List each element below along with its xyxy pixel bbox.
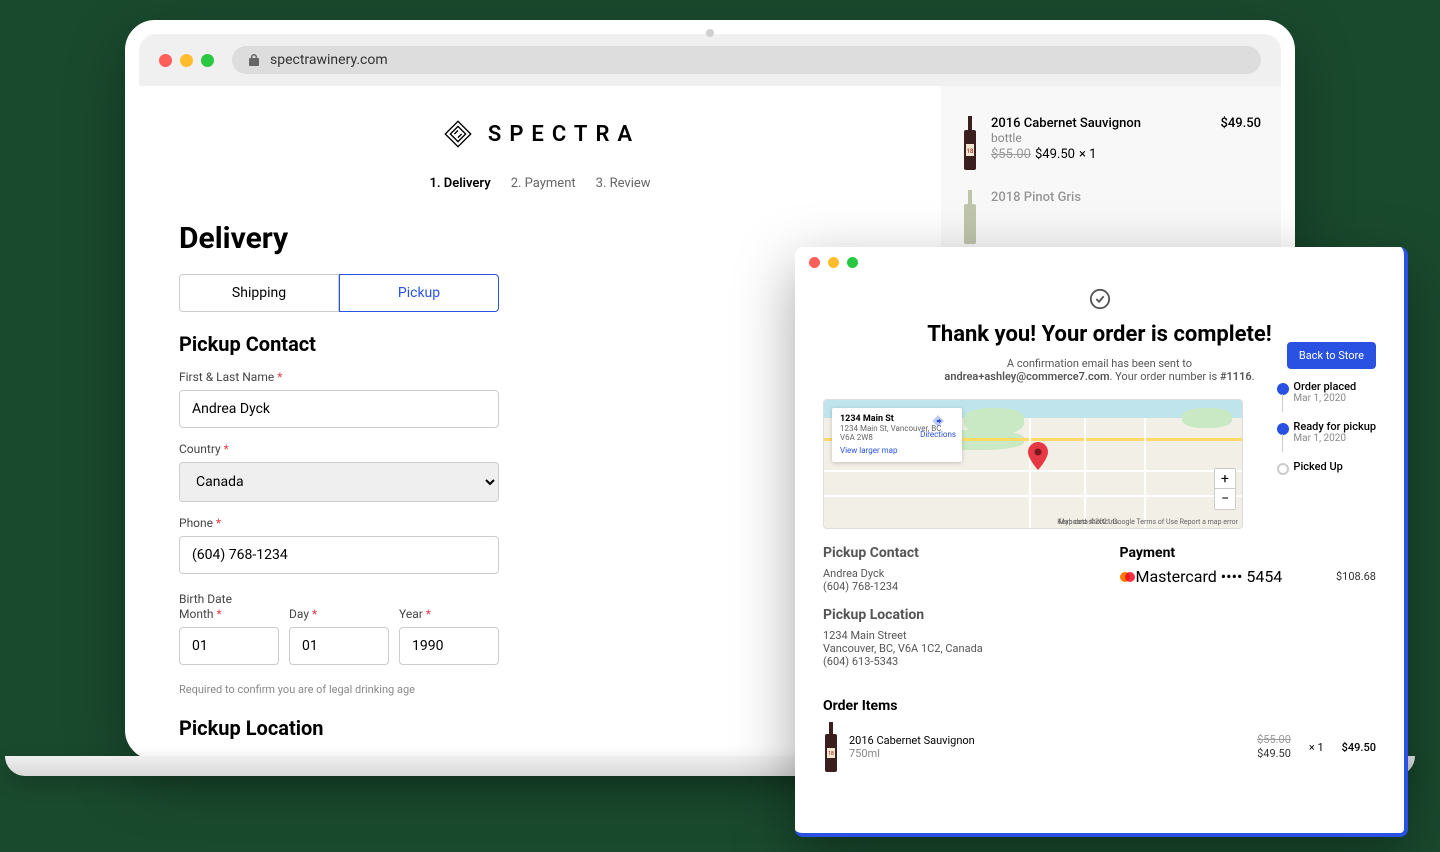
cart-item-qty: × 1	[1079, 147, 1096, 162]
order-items-title: Order Items	[823, 698, 1376, 714]
mastercard-icon	[1120, 572, 1130, 582]
month-label: Month *	[179, 607, 279, 621]
order-item-name: 2016 Cabernet Sauvignon	[849, 734, 1247, 747]
step-payment[interactable]: 2. Payment	[511, 176, 576, 191]
order-item-prices: $55.00 $49.50	[1257, 733, 1291, 762]
order-item-qty: × 1	[1309, 741, 1324, 754]
directions-icon	[931, 414, 945, 428]
birthdate-group: Birth Date Month * Day * Year * Required…	[179, 588, 499, 696]
name-label: First & Last Name *	[179, 370, 499, 384]
country-label: Country *	[179, 442, 499, 456]
minimize-window-icon[interactable]	[180, 54, 193, 67]
map-info-card: 1234 Main St 1234 Main St, Vancouver, BC…	[832, 408, 962, 462]
year-label: Year *	[399, 607, 499, 621]
phone-input[interactable]	[179, 536, 499, 574]
payment-amount: $108.68	[1336, 570, 1376, 583]
country-field: Country * Canada	[179, 442, 499, 502]
map-zoom-controls: + −	[1214, 468, 1236, 510]
pickup-location-heading: Pickup Location	[179, 716, 901, 740]
birthdate-label: Birth Date	[179, 592, 232, 606]
pickup-contact-name: Andrea Dyck	[823, 567, 1080, 580]
cart-item-price: $49.50	[1035, 147, 1075, 162]
cart-item-original-price: $55.00	[991, 147, 1031, 162]
overlay-window-controls	[795, 247, 1404, 278]
pickup-location-phone: (604) 613-5343	[823, 655, 1080, 668]
laptop-camera-notch	[706, 29, 714, 37]
map-pin-icon	[1028, 442, 1048, 470]
order-item-variant: 750ml	[849, 747, 1247, 760]
cart-item: 18 2016 Cabernet Sauvignon bottle $55.00…	[961, 116, 1261, 170]
order-items-section: Order Items 18 2016 Cabernet Sauvignon 7…	[823, 698, 1376, 772]
cart-item-name: 2018 Pinot Gris	[991, 190, 1261, 205]
timeline-item-picked-up: Picked Up	[1275, 460, 1376, 473]
delivery-mode-tabs: Shipping Pickup	[179, 274, 499, 312]
brand-header: SPECTRA	[179, 116, 901, 152]
svg-text:18: 18	[967, 148, 974, 155]
cart-item-total: $49.50	[1220, 116, 1261, 131]
timeline-item-ready: Ready for pickup Mar 1, 2020	[1275, 420, 1376, 444]
wine-bottle-icon: 18	[961, 116, 979, 170]
pickup-map[interactable]: 1234 Main St 1234 Main St, Vancouver, BC…	[823, 399, 1243, 529]
pickup-location-title: Pickup Location	[823, 607, 1080, 623]
close-window-icon[interactable]	[159, 54, 172, 67]
month-input[interactable]	[179, 627, 279, 665]
view-larger-map-link[interactable]: View larger map	[840, 446, 898, 455]
order-item-total: $49.50	[1342, 741, 1376, 754]
birthdate-helper: Required to confirm you are of legal dri…	[179, 683, 499, 696]
phone-field: Phone *	[179, 516, 499, 574]
close-window-icon[interactable]	[809, 257, 820, 268]
minimize-window-icon[interactable]	[828, 257, 839, 268]
pickup-tab[interactable]: Pickup	[339, 274, 499, 312]
pickup-contact-heading: Pickup Contact	[179, 332, 901, 356]
cart-item: 2018 Pinot Gris	[961, 190, 1261, 244]
directions-link[interactable]: Directions	[920, 414, 956, 439]
pickup-contact-title: Pickup Contact	[823, 545, 1080, 561]
day-input[interactable]	[289, 627, 389, 665]
order-details: Pickup Contact Andrea Dyck (604) 768-123…	[823, 545, 1376, 682]
address-bar[interactable]: spectrawinery.com	[232, 46, 1261, 74]
cart-item-variant: bottle	[991, 131, 1208, 145]
payment-title: Payment	[1120, 545, 1377, 561]
brand-logo-icon	[440, 116, 476, 152]
maximize-window-icon[interactable]	[201, 54, 214, 67]
cart-item-name: 2016 Cabernet Sauvignon	[991, 116, 1208, 131]
country-select[interactable]: Canada	[179, 462, 499, 502]
svg-text:18: 18	[828, 751, 834, 757]
step-review[interactable]: 3. Review	[596, 176, 651, 191]
confirmation-window: Thank you! Your order is complete! A con…	[795, 247, 1408, 837]
window-controls	[159, 54, 214, 67]
day-label: Day *	[289, 607, 389, 621]
step-delivery[interactable]: 1. Delivery	[429, 176, 490, 191]
name-input[interactable]	[179, 390, 499, 428]
order-status-timeline: Order placed Mar 1, 2020 Ready for picku…	[1275, 380, 1376, 489]
pickup-location-addr1: 1234 Main Street	[823, 629, 1080, 642]
back-to-store-button[interactable]: Back to Store	[1287, 342, 1376, 369]
payment-method-line: Mastercard •••• 5454 $108.68	[1120, 567, 1377, 586]
page-title: Delivery	[179, 221, 901, 256]
pickup-location-addr2: Vancouver, BC, V6A 1C2, Canada	[823, 642, 1080, 655]
checkmark-circle-icon	[1089, 288, 1111, 310]
shipping-tab[interactable]: Shipping	[179, 274, 339, 312]
url-text: spectrawinery.com	[270, 52, 388, 68]
map-zoom-in-button[interactable]: +	[1215, 469, 1235, 489]
order-item-row: 18 2016 Cabernet Sauvignon 750ml $55.00 …	[823, 722, 1376, 772]
wine-bottle-icon: 18	[823, 722, 839, 772]
year-input[interactable]	[399, 627, 499, 665]
phone-label: Phone *	[179, 516, 499, 530]
wine-bottle-icon	[961, 190, 979, 244]
lock-icon	[248, 53, 260, 67]
payment-method-text: Mastercard •••• 5454	[1136, 567, 1283, 586]
pickup-contact-phone: (604) 768-1234	[823, 580, 1080, 593]
checkout-steps: 1. Delivery 2. Payment 3. Review	[179, 176, 901, 191]
map-attribution: Map data ©2021 Google Terms of Use Repor…	[1059, 518, 1238, 526]
name-field: First & Last Name *	[179, 370, 499, 428]
brand-name: SPECTRA	[488, 122, 640, 147]
browser-chrome: spectrawinery.com	[139, 34, 1281, 86]
map-zoom-out-button[interactable]: −	[1215, 489, 1235, 509]
confirmation-body: Thank you! Your order is complete! A con…	[795, 278, 1404, 782]
maximize-window-icon[interactable]	[847, 257, 858, 268]
timeline-item-order-placed: Order placed Mar 1, 2020	[1275, 380, 1376, 404]
